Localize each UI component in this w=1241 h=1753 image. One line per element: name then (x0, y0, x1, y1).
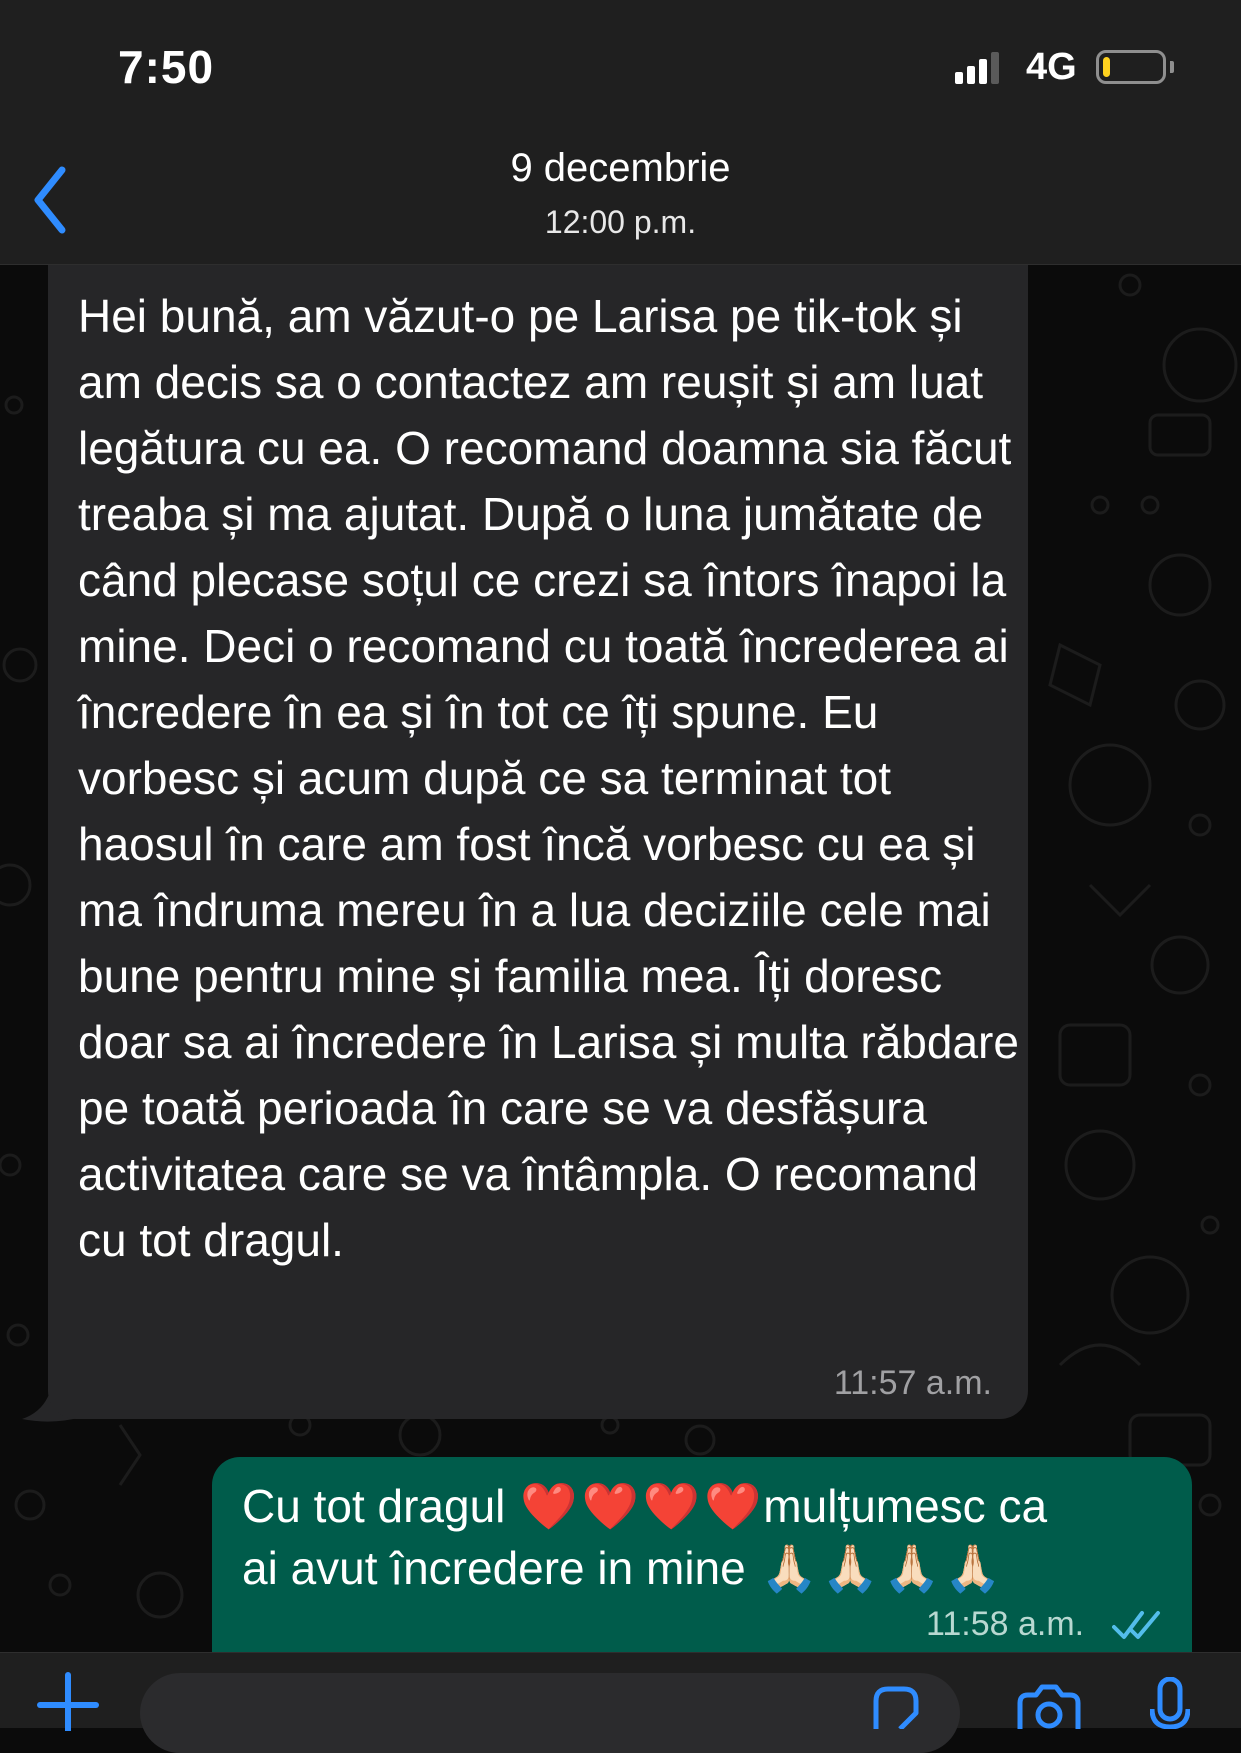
sticker-icon (873, 1686, 919, 1731)
microphone-icon (1149, 1676, 1191, 1730)
camera-button[interactable] (1014, 1683, 1084, 1729)
status-bar: 7:50 4G (0, 0, 1241, 130)
outgoing-text-part2: mulțumesc ca (763, 1480, 1048, 1532)
outgoing-text-part1: Cu tot dragul (242, 1480, 506, 1532)
chat-header: 9 decembrie 12:00 p.m. (0, 130, 1241, 265)
attach-button[interactable] (34, 1671, 102, 1734)
chat-time: 12:00 p.m. (544, 204, 697, 240)
message-input[interactable] (140, 1673, 960, 1753)
folded-hands-emoji-icon: 🙏🏻 (944, 1542, 1002, 1594)
chat-date: 9 decembrie (510, 146, 731, 190)
heart-emoji-icon: ❤️ (642, 1480, 701, 1532)
incoming-message-time: 11:57 a.m. (833, 1364, 992, 1402)
status-time: 7:50 (118, 41, 215, 93)
incoming-message-bubble[interactable]: Hei bună, am văzut-o pe Larisa pe tik-to… (48, 265, 1028, 1419)
battery-fill (1103, 57, 1110, 77)
folded-hands-emoji-icon: 🙏🏻 (821, 1542, 880, 1594)
folded-hands-emoji-icon: 🙏🏻 (760, 1542, 818, 1594)
outgoing-message-time: 11:58 a.m. (926, 1605, 1085, 1643)
chat-area[interactable]: Hei bună, am văzut-o pe Larisa pe tik-to… (0, 265, 1241, 1652)
outgoing-message-text: Cu tot dragul ❤️❤️❤️❤️mulțumesc ca ai av… (242, 1475, 1202, 1599)
network-type: 4G (1026, 46, 1077, 88)
heart-emoji-icon: ❤️ (520, 1480, 578, 1532)
folded-hands-emoji-icon: 🙏🏻 (883, 1542, 941, 1594)
heart-emoji-icon: ❤️ (581, 1480, 639, 1532)
outgoing-text-part3: ai avut încredere in mine (242, 1542, 746, 1594)
battery-icon (1096, 50, 1166, 84)
outgoing-message-bubble[interactable]: Cu tot dragul ❤️❤️❤️❤️mulțumesc ca ai av… (212, 1457, 1192, 1652)
sticker-button[interactable] (870, 1685, 922, 1731)
message-input-bar (0, 1652, 1241, 1753)
plus-icon (37, 1672, 99, 1734)
battery-nub (1170, 61, 1174, 73)
signal-strength-icon (955, 52, 1003, 84)
incoming-message-text: Hei bună, am văzut-o pe Larisa pe tik-to… (78, 290, 1019, 1266)
double-check-read-icon (1112, 1611, 1160, 1639)
heart-emoji-icon: ❤️ (704, 1480, 762, 1532)
camera-icon (1017, 1684, 1081, 1729)
microphone-button[interactable] (1149, 1676, 1191, 1730)
